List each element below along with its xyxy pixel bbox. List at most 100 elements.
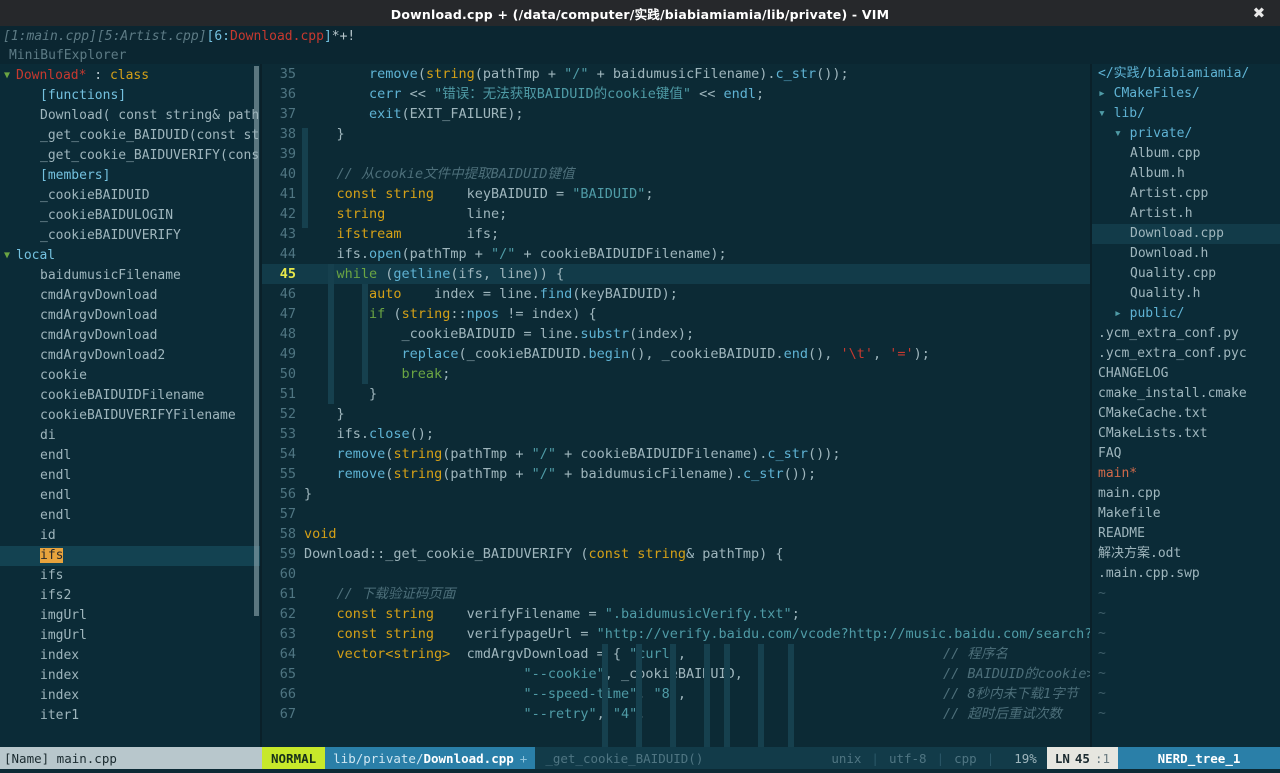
code-line[interactable]: 44 ifs.open(pathTmp + "/" + cookieBAIDUI… — [262, 244, 1090, 264]
minibufexplorer[interactable]: [1:main.cpp][5:Artist.cpp][6:Download.cp… — [0, 26, 1280, 64]
tagbar-item[interactable]: endl — [0, 466, 262, 486]
nerdtree-file[interactable]: .main.cpp.swp — [1092, 564, 1280, 584]
tagbar-item[interactable]: imgUrl — [0, 606, 262, 626]
tagbar-item[interactable]: Download( const string& path — [0, 106, 262, 126]
code-line-text[interactable]: while (getline(ifs, line)) { — [304, 264, 1090, 284]
code-line[interactable]: 40 // 从cookie文件中提取BAIDUID键值 — [262, 164, 1090, 184]
code-line[interactable]: 39 — [262, 144, 1090, 164]
tagbar-item[interactable]: di — [0, 426, 262, 446]
tagbar-item[interactable]: index — [0, 686, 262, 706]
code-line-text[interactable]: "--cookie", _cookieBAIDUID,// BAIDUID的co… — [304, 664, 1090, 684]
tagbar-item[interactable]: cookie — [0, 366, 262, 386]
code-line-text[interactable]: } — [304, 404, 1090, 424]
code-line[interactable]: 41 const string keyBAIDUID = "BAIDUID"; — [262, 184, 1090, 204]
code-line[interactable]: 65 "--cookie", _cookieBAIDUID,// BAIDUID… — [262, 664, 1090, 684]
nerdtree-file[interactable]: main* — [1092, 464, 1280, 484]
code-line-text[interactable]: } — [304, 124, 1090, 144]
nerdtree-file[interactable]: Quality.h — [1092, 284, 1280, 304]
code-line[interactable]: 42 string line; — [262, 204, 1090, 224]
code-line[interactable]: 66 "--speed-time", "8",// 8秒内未下载1字节 — [262, 684, 1090, 704]
code-line-text[interactable]: if (string::npos != index) { — [304, 304, 1090, 324]
tagbar-item[interactable]: cookieBAIDUVERIFYFilename — [0, 406, 262, 426]
chevron-right-icon[interactable]: ▸ — [1114, 306, 1130, 321]
tagbar-item[interactable]: endl — [0, 506, 262, 526]
code-line[interactable]: 61 // 下载验证码页面 — [262, 584, 1090, 604]
nerdtree-rows[interactable]: </实践/biabiamiamia/▸ CMakeFiles/▾ lib/▾ p… — [1092, 64, 1280, 724]
code-line[interactable]: 64 vector<string> cmdArgvDownload = { "c… — [262, 644, 1090, 664]
code-editor-pane[interactable]: 35 remove(string(pathTmp + "/" + baidumu… — [262, 64, 1090, 747]
tagbar-item[interactable]: cmdArgvDownload — [0, 306, 262, 326]
code-line-text[interactable]: ifstream ifs; — [304, 224, 1090, 244]
nerdtree-file[interactable]: CMakeCache.txt — [1092, 404, 1280, 424]
code-line-text[interactable]: } — [304, 384, 1090, 404]
code-line[interactable]: 43 ifstream ifs; — [262, 224, 1090, 244]
code-line-text[interactable]: const string verifypageUrl = "http://ver… — [304, 624, 1090, 644]
nerdtree-file[interactable]: .ycm_extra_conf.py — [1092, 324, 1280, 344]
code-line[interactable]: 54 remove(string(pathTmp + "/" + cookieB… — [262, 444, 1090, 464]
nerdtree-file[interactable]: Makefile — [1092, 504, 1280, 524]
tagbar-item[interactable]: ifs2 — [0, 586, 262, 606]
code-line-text[interactable]: vector<string> cmdArgvDownload = { "curl… — [304, 644, 1090, 664]
code-line[interactable]: 51 } — [262, 384, 1090, 404]
code-line[interactable]: 38 } — [262, 124, 1090, 144]
nerdtree-dir[interactable]: ▾ lib/ — [1092, 104, 1280, 124]
code-line-text[interactable]: remove(string(pathTmp + "/" + baidumusic… — [304, 64, 1090, 84]
code-line-text[interactable]: break; — [304, 364, 1090, 384]
code-line-text[interactable]: const string verifyFilename = ".baidumus… — [304, 604, 1090, 624]
tagbar-item[interactable]: _cookieBAIDUID — [0, 186, 262, 206]
nerdtree-dir[interactable]: ▸ public/ — [1092, 304, 1280, 324]
code-line[interactable]: 59 Download::_get_cookie_BAIDUVERIFY (con… — [262, 544, 1090, 564]
code-line-text[interactable]: _cookieBAIDUID = line.substr(index); — [304, 324, 1090, 344]
tagbar-item[interactable]: [functions] — [0, 86, 262, 106]
code-line-text[interactable]: replace(_cookieBAIDUID.begin(), _cookieB… — [304, 344, 1090, 364]
chevron-right-icon[interactable]: ▸ — [1098, 86, 1114, 101]
tagbar-item[interactable]: baidumusicFilename — [0, 266, 262, 286]
tagbar-item[interactable]: endl — [0, 446, 262, 466]
nerdtree-file[interactable]: 解决方案.odt — [1092, 544, 1280, 564]
chevron-down-icon[interactable]: ▾ — [1114, 126, 1130, 141]
code-line-text[interactable] — [304, 564, 1090, 584]
nerdtree-file[interactable]: CMakeLists.txt — [1092, 424, 1280, 444]
code-line-text[interactable]: auto index = line.find(keyBAIDUID); — [304, 284, 1090, 304]
nerdtree-file[interactable]: Album.h — [1092, 164, 1280, 184]
minibuf-buffer-label[interactable]: Download.cpp — [230, 29, 324, 44]
code-line[interactable]: 49 replace(_cookieBAIDUID.begin(), _cook… — [262, 344, 1090, 364]
code-line-text[interactable]: } — [304, 484, 1090, 504]
nerdtree-dir[interactable]: ▾ private/ — [1092, 124, 1280, 144]
code-line[interactable]: 37 exit(EXIT_FAILURE); — [262, 104, 1090, 124]
code-line-text[interactable]: void — [304, 524, 1090, 544]
code-line[interactable]: 62 const string verifyFilename = ".baidu… — [262, 604, 1090, 624]
minibuf-buffer-label[interactable]: Artist.cpp — [120, 29, 198, 44]
code-line-text[interactable]: // 从cookie文件中提取BAIDUID键值 — [304, 164, 1090, 184]
nerdtree-file[interactable]: Artist.cpp — [1092, 184, 1280, 204]
chevron-down-icon[interactable]: ▾ — [1098, 106, 1114, 121]
minibuf-buffer-Artist-cpp[interactable]: [5:Artist.cpp] — [97, 29, 207, 44]
nerdtree-file[interactable]: Album.cpp — [1092, 144, 1280, 164]
tagbar-scrollbar[interactable] — [254, 66, 259, 616]
code-line[interactable]: 45 while (getline(ifs, line)) { — [262, 264, 1090, 284]
tagbar-item[interactable]: _get_cookie_BAIDUVERIFY(cons — [0, 146, 262, 166]
code-line-text[interactable]: remove(string(pathTmp + "/" + baidumusic… — [304, 464, 1090, 484]
code-line-text[interactable]: ifs.open(pathTmp + "/" + cookieBAIDUIDFi… — [304, 244, 1090, 264]
code-line[interactable]: 67 "--retry", "4",// 超时后重试次数 — [262, 704, 1090, 724]
tagbar-panel[interactable]: ▼ Download* : class [functions] Download( c… — [0, 64, 262, 747]
tagbar-item[interactable]: ▼ Download* : class — [0, 66, 262, 86]
code-lines[interactable]: 35 remove(string(pathTmp + "/" + baidumu… — [262, 64, 1090, 724]
code-line[interactable]: 55 remove(string(pathTmp + "/" + baidumu… — [262, 464, 1090, 484]
code-line[interactable]: 60 — [262, 564, 1090, 584]
tagbar-item[interactable]: ifs — [0, 566, 262, 586]
tagbar-item[interactable]: cmdArgvDownload — [0, 326, 262, 346]
close-icon[interactable]: ✖ — [1248, 0, 1270, 26]
code-line-text[interactable]: exit(EXIT_FAILURE); — [304, 104, 1090, 124]
nerdtree-file[interactable]: README — [1092, 524, 1280, 544]
minibuf-buffer-label[interactable]: main.cpp — [26, 29, 89, 44]
tagbar-item[interactable]: [members] — [0, 166, 262, 186]
code-line-text[interactable] — [304, 144, 1090, 164]
tagbar-item[interactable]: cmdArgvDownload — [0, 286, 262, 306]
chevron-down-icon[interactable]: ▼ — [4, 66, 16, 86]
code-line[interactable]: 48 _cookieBAIDUID = line.substr(index); — [262, 324, 1090, 344]
nerdtree-file[interactable]: cmake_install.cmake — [1092, 384, 1280, 404]
nerdtree-file[interactable]: .ycm_extra_conf.pyc — [1092, 344, 1280, 364]
tagbar-item[interactable]: iter1 — [0, 706, 262, 726]
code-line-text[interactable]: Download::_get_cookie_BAIDUVERIFY (const… — [304, 544, 1090, 564]
